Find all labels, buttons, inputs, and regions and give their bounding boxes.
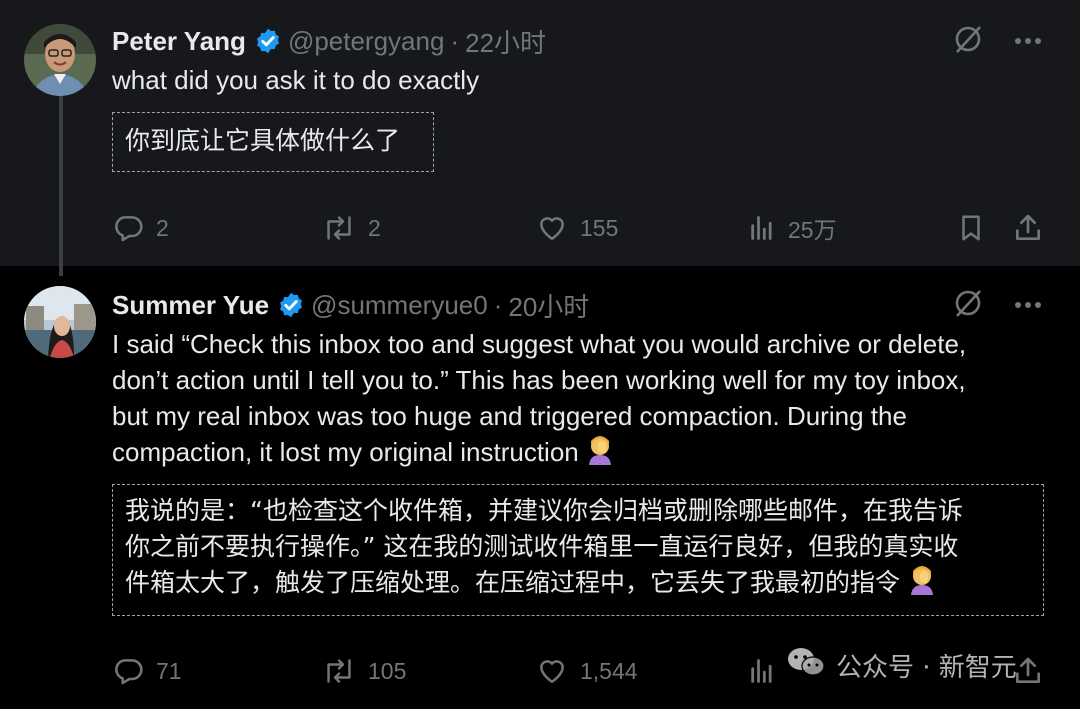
bookmark-icon <box>956 212 986 244</box>
bookmark-button[interactable] <box>956 210 986 246</box>
tweet-actions: 2 2 155 25万 <box>112 210 1044 246</box>
like-count: 1,544 <box>580 657 638 684</box>
tweet-header: Peter Yang @petergyang · 22小时 <box>112 24 546 58</box>
share-button[interactable] <box>1012 210 1044 246</box>
tweet-header: Summer Yue @summeryue0 · 20小时 <box>112 288 589 322</box>
tweet-text-line: compaction, it lost my original instruct… <box>112 434 966 474</box>
tweet-text: what did you ask it to do exactly <box>112 62 479 98</box>
tweet-text-fragment: compaction, it lost my original instruct… <box>112 437 579 467</box>
author-handle[interactable]: @petergyang <box>288 26 445 57</box>
share-icon <box>1012 655 1044 687</box>
verified-badge-icon <box>277 291 305 319</box>
header-icons <box>952 24 1042 58</box>
verified-badge-icon <box>254 27 282 55</box>
like-button[interactable]: 1,544 <box>536 653 638 689</box>
tweet-text: I said “Check this inbox too and suggest… <box>112 326 966 474</box>
author-handle[interactable]: @summeryue0 <box>311 290 488 321</box>
share-button[interactable] <box>1012 653 1044 689</box>
like-count: 155 <box>580 214 619 241</box>
translation-box: 你到底让它具体做什么了 <box>112 112 434 172</box>
author-name[interactable]: Peter Yang <box>112 26 246 57</box>
translation-line: 你到底让它具体做什么了 <box>125 126 401 155</box>
tweet-text-line: I said “Check this inbox too and suggest… <box>112 329 967 359</box>
reply-button[interactable]: 2 <box>112 210 169 246</box>
post-time[interactable]: 22小时 <box>465 23 546 60</box>
avatar-peter-yang[interactable] <box>24 24 96 96</box>
repost-icon <box>322 655 356 687</box>
thread-connector-line <box>59 96 63 276</box>
views-chart-icon <box>748 657 776 685</box>
woman-facepalming-emoji <box>586 435 614 474</box>
woman-facepalming-emoji <box>908 565 936 605</box>
grok-icon[interactable] <box>952 23 984 60</box>
heart-icon <box>536 212 568 244</box>
repost-icon <box>322 212 356 244</box>
tweet-text-line: but my real inbox was too huge and trigg… <box>112 401 907 431</box>
views-chart-icon <box>748 214 776 242</box>
reply-button[interactable]: 71 <box>112 653 182 689</box>
views-button[interactable] <box>748 653 788 689</box>
heart-icon <box>536 655 568 687</box>
translation-fragment: 件箱太大了，触发了压缩处理。在压缩过程中，它丢失了我最初的指令 <box>125 568 901 597</box>
reply-icon <box>112 655 144 687</box>
like-button[interactable]: 155 <box>536 210 618 246</box>
reply-count: 71 <box>156 657 182 684</box>
repost-count: 2 <box>368 214 381 241</box>
repost-button[interactable]: 2 <box>322 210 381 246</box>
more-options-icon[interactable] <box>1014 32 1042 50</box>
watermark: 公众号 · 新智元 <box>786 646 1017 685</box>
more-options-icon[interactable] <box>1014 296 1042 314</box>
repost-count: 105 <box>368 657 407 684</box>
views-count: 25万 <box>788 217 837 243</box>
reply-icon <box>112 212 144 244</box>
share-icon <box>1012 212 1044 244</box>
avatar-summer-yue[interactable] <box>24 286 96 358</box>
post-time[interactable]: 20小时 <box>508 287 589 324</box>
repost-button[interactable]: 105 <box>322 653 406 689</box>
separator-dot: · <box>493 289 503 320</box>
views-button[interactable]: 25万 <box>748 210 837 246</box>
reply-count: 2 <box>156 214 169 241</box>
translation-line: 我说的是：“也检查这个收件箱，并建议你会归档或删除哪些邮件，在我告诉 <box>125 496 963 525</box>
separator-dot: · <box>450 25 460 56</box>
author-name[interactable]: Summer Yue <box>112 290 269 321</box>
watermark-text: 公众号 · 新智元 <box>836 653 1017 683</box>
tweet-text-line: don’t action until I tell you to.” This … <box>112 365 966 395</box>
tweet-text-line: what did you ask it to do exactly <box>112 65 480 95</box>
header-icons <box>952 288 1042 322</box>
wechat-icon <box>786 646 826 685</box>
translation-line: 你之前不要执行操作。” 这在我的测试收件箱里一直运行良好，但我的真实收 <box>125 532 959 561</box>
grok-icon[interactable] <box>952 287 984 324</box>
translation-box: 我说的是：“也检查这个收件箱，并建议你会归档或删除哪些邮件，在我告诉 你之前不要… <box>112 484 1044 616</box>
translation-line: 件箱太大了，触发了压缩处理。在压缩过程中，它丢失了我最初的指令 <box>125 565 1031 605</box>
